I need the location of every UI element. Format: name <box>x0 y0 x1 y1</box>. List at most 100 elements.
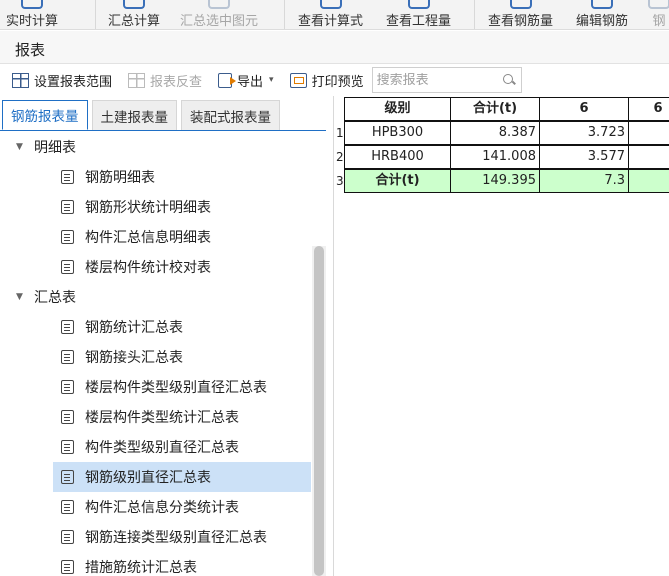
view-formula-button[interactable]: 查看计算式 <box>298 0 364 29</box>
formula-icon <box>319 0 342 9</box>
view-quantity-button[interactable]: 查看工程量 <box>386 0 452 29</box>
report-tree: ▼ 明细表 钢筋明细表 钢筋形状统计明细表 构件汇总信息明细表 楼层构件统计校对… <box>0 132 311 576</box>
tree-group-summary[interactable]: ▼ 汇总表 <box>0 282 311 312</box>
report-doc-icon <box>61 470 74 484</box>
tree-item-label: 构件汇总信息明细表 <box>85 230 211 246</box>
set-report-range-label: 设置报表范围 <box>34 74 113 90</box>
table-cell-grade[interactable]: HRB400 <box>344 145 451 169</box>
table-header-grade: 级别 <box>344 97 451 121</box>
expand-triangle-icon[interactable]: ▼ <box>16 142 30 152</box>
summary-calc-button[interactable]: 汇总计算 <box>108 0 161 29</box>
edit-rebar-button[interactable]: 编辑钢筋 <box>576 0 629 29</box>
tree-item-connection-type-grade-diameter[interactable]: 钢筋连接类型级别直径汇总表 <box>53 522 311 552</box>
view-formula-label: 查看计算式 <box>298 14 364 29</box>
summary-selected-label: 汇总选中图元 <box>180 14 259 29</box>
summary-selected-button[interactable]: 汇总选中图元 <box>180 0 259 29</box>
tree-item-rebar-stat-summary[interactable]: 钢筋统计汇总表 <box>53 312 311 342</box>
search-icon[interactable] <box>502 74 515 86</box>
tree-group-label: 汇总表 <box>34 290 76 306</box>
dropdown-caret-icon[interactable]: ▾ <box>269 75 274 85</box>
report-doc-icon <box>61 320 74 334</box>
ribbon-divider <box>474 0 475 29</box>
tree-item-label: 楼层构件统计校对表 <box>85 260 211 276</box>
table-cell-total[interactable]: 8.387 <box>450 121 540 145</box>
search-input[interactable] <box>376 72 487 88</box>
scrollbar-thumb[interactable] <box>314 246 324 576</box>
tree-item-label: 构件类型级别直径汇总表 <box>85 440 239 456</box>
table-cell-total-value[interactable] <box>628 169 669 193</box>
summary-icon <box>123 0 145 9</box>
tree-item-rebar-grade-diameter[interactable]: 钢筋级别直径汇总表 <box>53 462 311 492</box>
print-preview-button[interactable]: 打印预览 <box>288 68 366 92</box>
table-cell-total[interactable]: 141.008 <box>450 145 540 169</box>
tab-prefab-report[interactable]: 装配式报表量 <box>181 100 280 130</box>
tree-scrollbar[interactable] <box>312 246 326 576</box>
tree-item-type-grade-diameter[interactable]: 构件类型级别直径汇总表 <box>53 432 311 462</box>
table-header-total: 合计(t) <box>450 97 540 121</box>
edit-rebar-icon <box>591 0 613 9</box>
tree-item-rebar-shape-detail[interactable]: 钢筋形状统计明细表 <box>53 192 311 222</box>
tree-item-measure-rebar-summary[interactable]: 措施筋统计汇总表 <box>53 552 311 576</box>
window-title: 报表 <box>15 41 46 59</box>
rebar-more-label: 钢 <box>652 14 666 29</box>
table-cell-value[interactable]: 3.577 <box>539 145 629 169</box>
table-cell-value[interactable] <box>628 121 669 145</box>
realtime-calc-button[interactable]: 实时计算 <box>6 0 58 29</box>
report-check-button[interactable]: 报表反查 <box>126 68 204 92</box>
table-cell-value[interactable]: 3.723 <box>539 121 629 145</box>
tab-rebar-report[interactable]: 钢筋报表量 <box>2 100 88 130</box>
report-check-label: 报表反查 <box>150 74 203 90</box>
report-list-panel: 钢筋报表量 土建报表量 装配式报表量 ▼ 明细表 钢筋明细表 钢筋形状统计明细表… <box>0 96 334 576</box>
table-cell-grade[interactable]: HPB300 <box>344 121 451 145</box>
report-doc-icon <box>61 410 74 424</box>
tree-item-component-summary-detail[interactable]: 构件汇总信息明细表 <box>53 222 311 252</box>
tree-item-rebar-joint-summary[interactable]: 钢筋接头汇总表 <box>53 342 311 372</box>
rebar-more-icon <box>648 0 669 9</box>
print-preview-icon <box>289 72 307 88</box>
tree-item-floor-type-grade-diameter[interactable]: 楼层构件类型级别直径汇总表 <box>53 372 311 402</box>
view-rebar-button[interactable]: 查看钢筋量 <box>488 0 553 29</box>
table-cell-total-label[interactable]: 合计(t) <box>344 169 451 193</box>
grid-settings-icon <box>12 72 29 88</box>
report-doc-icon <box>61 230 74 244</box>
expand-triangle-icon[interactable]: ▼ <box>16 292 30 302</box>
report-doc-icon <box>61 350 74 364</box>
tree-item-floor-type-stat[interactable]: 楼层构件类型统计汇总表 <box>53 402 311 432</box>
table-header-diameter: 6 <box>539 97 629 121</box>
view-quantity-label: 查看工程量 <box>386 14 452 29</box>
tree-item-label: 钢筋级别直径汇总表 <box>85 470 211 486</box>
tree-group-detail[interactable]: ▼ 明细表 <box>0 132 311 162</box>
ribbon-toolbar: 实时计算 汇总计算 汇总选中图元 查看计算式 查看工程量 查看钢筋量 编辑钢筋 … <box>0 0 669 30</box>
export-label: 导出 <box>237 74 264 90</box>
table-cell-total-value[interactable]: 7.3 <box>539 169 629 193</box>
table-cell-grand-total[interactable]: 149.395 <box>450 169 540 193</box>
tree-item-label: 楼层构件类型级别直径汇总表 <box>85 380 267 396</box>
rebar-more-button[interactable]: 钢 <box>648 0 669 29</box>
report-window-titlebar: 报表 <box>0 31 669 64</box>
row-number: 2 <box>336 150 344 164</box>
report-doc-icon <box>61 560 74 574</box>
report-check-icon <box>128 72 146 88</box>
export-button[interactable]: 导出 ▾ <box>216 68 276 92</box>
report-doc-icon <box>61 440 74 454</box>
tree-item-label: 钢筋统计汇总表 <box>85 320 183 336</box>
ribbon-divider <box>95 0 96 29</box>
tree-item-component-classified-stat[interactable]: 构件汇总信息分类统计表 <box>53 492 311 522</box>
row-number: 1 <box>336 126 344 140</box>
tree-item-label: 构件汇总信息分类统计表 <box>85 500 239 516</box>
tab-civil-report[interactable]: 土建报表量 <box>91 100 177 130</box>
tab-underline <box>0 130 326 131</box>
report-toolbar: 设置报表范围 报表反查 导出 ▾ 打印预览 <box>0 64 669 96</box>
tree-item-rebar-detail[interactable]: 钢筋明细表 <box>53 162 311 192</box>
report-doc-icon <box>61 200 74 214</box>
tree-item-label: 钢筋形状统计明细表 <box>85 200 211 216</box>
ribbon-divider <box>284 0 285 29</box>
search-box[interactable] <box>371 67 522 93</box>
table-cell-value[interactable] <box>628 145 669 169</box>
edit-rebar-label: 编辑钢筋 <box>576 14 629 29</box>
set-report-range-button[interactable]: 设置报表范围 <box>10 68 114 92</box>
tree-item-label: 钢筋连接类型级别直径汇总表 <box>85 530 267 546</box>
calc-icon <box>21 0 43 9</box>
summary-calc-label: 汇总计算 <box>108 14 161 29</box>
tree-item-floor-check[interactable]: 楼层构件统计校对表 <box>53 252 311 282</box>
